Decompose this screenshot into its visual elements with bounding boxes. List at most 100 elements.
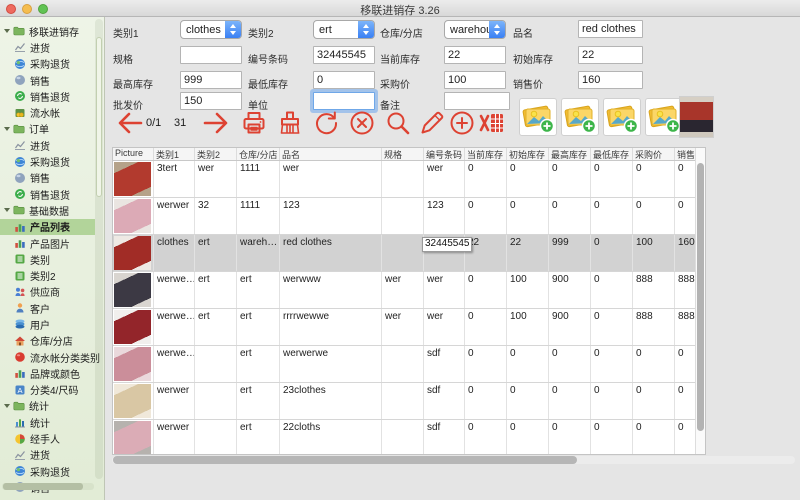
- column-header[interactable]: Picture: [113, 148, 154, 160]
- table-cell[interactable]: 0: [633, 420, 675, 455]
- table-cell[interactable]: 0: [549, 420, 591, 455]
- sidebar-item-27[interactable]: 采购退货: [0, 463, 95, 479]
- table-cell[interactable]: werwerwe: [280, 346, 382, 382]
- clean-brush-button[interactable]: [276, 108, 306, 138]
- table-cell[interactable]: wer: [424, 309, 465, 345]
- table-cell[interactable]: ert: [237, 309, 280, 345]
- sidebar-item-17[interactable]: 客户: [0, 300, 95, 316]
- forward-arrow-button[interactable]: [202, 108, 232, 138]
- table-row[interactable]: werwe…ertertrrrrwewwewerwer0100900088888…: [113, 309, 697, 346]
- sidebar-item-6[interactable]: 订单: [0, 121, 95, 137]
- table-cell[interactable]: 0: [591, 420, 633, 455]
- table-cell[interactable]: 160: [675, 235, 697, 271]
- picture-cell[interactable]: [113, 161, 154, 197]
- table-cell[interactable]: 0: [591, 383, 633, 419]
- table-cell[interactable]: wer: [195, 161, 237, 197]
- warehouse-dropdown[interactable]: warehouse: [444, 20, 506, 39]
- print-button[interactable]: [240, 108, 270, 138]
- table-cell[interactable]: 3tert: [154, 161, 195, 197]
- add-image-slot-1-button[interactable]: [519, 98, 557, 136]
- initial-stock-input[interactable]: [578, 46, 643, 64]
- table-cell[interactable]: werwer: [154, 383, 195, 419]
- add-image-slot-4-button[interactable]: [645, 98, 683, 136]
- table-cell[interactable]: 0: [675, 346, 697, 382]
- table-row[interactable]: werwer321111123123000000: [113, 198, 697, 235]
- table-cell[interactable]: 0: [591, 309, 633, 345]
- picture-cell[interactable]: [113, 198, 154, 234]
- max-stock-input[interactable]: [180, 71, 242, 89]
- table-cell[interactable]: 0: [591, 272, 633, 308]
- sidebar-item-22[interactable]: A分类4/尺码: [0, 382, 95, 398]
- table-cell[interactable]: 0: [507, 161, 549, 197]
- table-cell[interactable]: werwww: [280, 272, 382, 308]
- table-cell[interactable]: 100: [633, 235, 675, 271]
- table-cell[interactable]: 888: [633, 309, 675, 345]
- spec-input[interactable]: [180, 46, 242, 64]
- table-cell[interactable]: [195, 346, 237, 382]
- table-cell[interactable]: 100: [507, 309, 549, 345]
- table-cell[interactable]: 888: [675, 309, 697, 345]
- table-cell[interactable]: 0: [675, 198, 697, 234]
- table-row[interactable]: 3tertwer1111werwer000000: [113, 161, 697, 198]
- picture-cell[interactable]: [113, 235, 154, 271]
- table-horizontal-scrollbar[interactable]: [112, 456, 795, 464]
- column-header[interactable]: 规格: [382, 148, 424, 160]
- sidebar-item-14[interactable]: 类别: [0, 251, 95, 267]
- table-cell[interactable]: 0: [465, 161, 507, 197]
- table-cell[interactable]: ert: [195, 272, 237, 308]
- table-cell[interactable]: 0: [465, 383, 507, 419]
- table-cell[interactable]: ert: [237, 383, 280, 419]
- table-cell[interactable]: werwe…: [154, 309, 195, 345]
- table-cell[interactable]: 0: [507, 198, 549, 234]
- table-cell[interactable]: ert: [237, 346, 280, 382]
- table-cell[interactable]: 22cloths: [280, 420, 382, 455]
- table-cell[interactable]: 0: [633, 346, 675, 382]
- table-cell[interactable]: 123: [424, 198, 465, 234]
- table-cell[interactable]: werwe…: [154, 346, 195, 382]
- column-header[interactable]: 品名: [280, 148, 382, 160]
- table-cell[interactable]: sdf: [424, 346, 465, 382]
- excel-export-button[interactable]: [478, 108, 508, 138]
- table-cell[interactable]: 0: [633, 383, 675, 419]
- table-cell[interactable]: wareh…: [237, 235, 280, 271]
- table-cell[interactable]: 0: [591, 346, 633, 382]
- column-header[interactable]: 当前库存: [465, 148, 507, 160]
- sidebar-item-12[interactable]: 产品列表: [0, 219, 95, 235]
- table-cell[interactable]: 900: [549, 309, 591, 345]
- table-cell[interactable]: [382, 235, 424, 271]
- table-cell[interactable]: 0: [675, 161, 697, 197]
- search-button[interactable]: [384, 108, 414, 138]
- table-cell[interactable]: 0: [591, 161, 633, 197]
- sidebar-item-0[interactable]: 移联进销存: [0, 23, 95, 39]
- table-row[interactable]: werwe…ertertwerwwwwerwer01009000888888: [113, 272, 697, 309]
- table-cell[interactable]: ert: [195, 235, 237, 271]
- table-cell[interactable]: wer: [382, 272, 424, 308]
- sidebar-vertical-scrollbar[interactable]: [95, 19, 103, 479]
- table-cell[interactable]: 23clothes: [280, 383, 382, 419]
- sidebar-item-11[interactable]: 基础数据: [0, 202, 95, 218]
- sidebar-item-13[interactable]: 产品图片: [0, 235, 95, 251]
- table-cell[interactable]: ert: [195, 309, 237, 345]
- barcode-input[interactable]: [313, 46, 375, 64]
- table-cell[interactable]: ert: [237, 272, 280, 308]
- sidebar-item-2[interactable]: 采购退货: [0, 56, 95, 72]
- disclosure-triangle-icon[interactable]: [4, 29, 10, 33]
- cell-editor[interactable]: 32445545: [422, 237, 472, 252]
- sidebar-item-5[interactable]: 流水帐: [0, 104, 95, 120]
- table-cell[interactable]: rrrrwewwe: [280, 309, 382, 345]
- add-image-slot-2-button[interactable]: [561, 98, 599, 136]
- product-name-input[interactable]: [578, 20, 643, 38]
- picture-cell[interactable]: [113, 272, 154, 308]
- table-cell[interactable]: 0: [675, 420, 697, 455]
- disclosure-triangle-icon[interactable]: [4, 208, 10, 212]
- sidebar-item-21[interactable]: 品牌或颜色: [0, 365, 95, 381]
- sidebar-item-20[interactable]: 流水帐分类类别: [0, 349, 95, 365]
- category1-dropdown[interactable]: clothes: [180, 20, 242, 39]
- sidebar-horizontal-scrollbar-thumb[interactable]: [3, 483, 83, 490]
- table-cell[interactable]: 0: [675, 383, 697, 419]
- sidebar-item-24[interactable]: 统计: [0, 414, 95, 430]
- sidebar-item-26[interactable]: 进货: [0, 447, 95, 463]
- column-header[interactable]: 最高库存: [549, 148, 591, 160]
- table-vertical-scrollbar-thumb[interactable]: [697, 163, 704, 431]
- table-cell[interactable]: wer: [280, 161, 382, 197]
